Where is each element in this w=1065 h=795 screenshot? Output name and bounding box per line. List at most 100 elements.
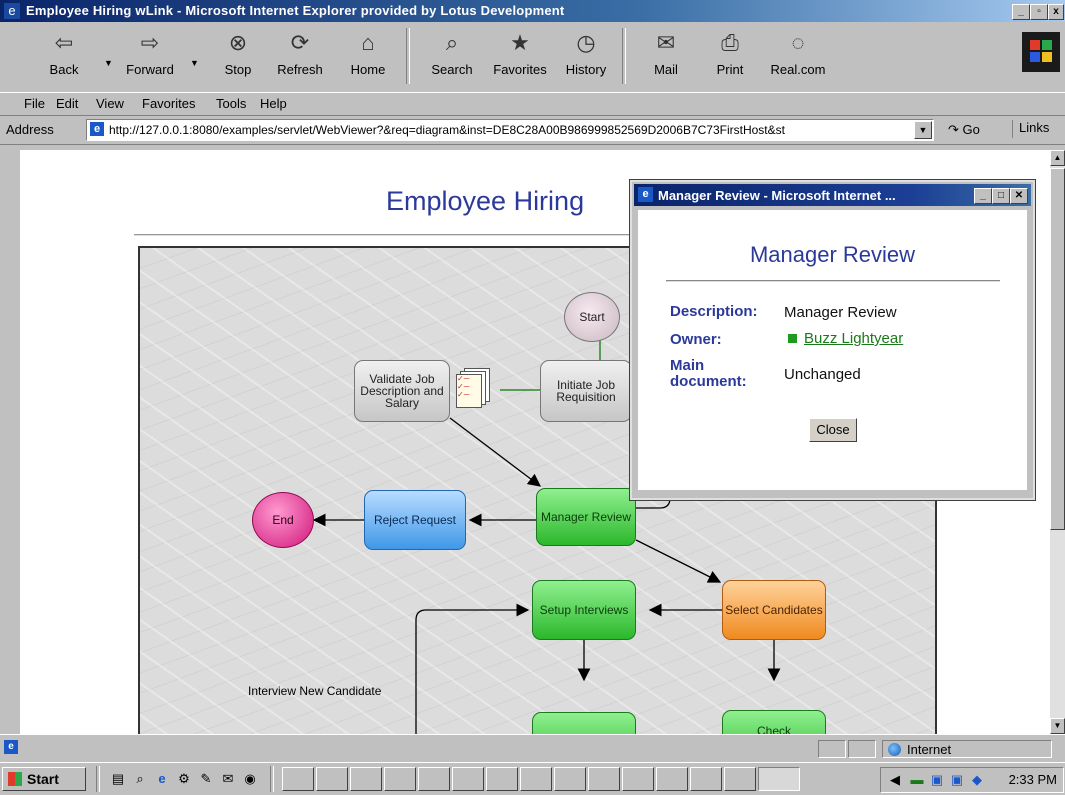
main-document-label: Main document: [670,357,747,390]
quicklaunch-app-icon[interactable]: ✎ [198,771,214,787]
windows-flag-icon [8,772,22,786]
menu-file[interactable]: File [24,96,45,111]
scroll-down-icon[interactable]: ▼ [1050,718,1065,734]
links-button[interactable]: Links [1012,120,1049,138]
node-setup-interviews[interactable]: Setup Interviews [532,580,636,640]
quicklaunch-desktop-icon[interactable]: ▤ [110,771,126,787]
address-url: http://127.0.0.1:8080/examples/servlet/W… [109,123,785,137]
quicklaunch-network-icon[interactable]: ⚙ [176,771,192,787]
mail-button[interactable]: ✉ Mail [638,22,694,90]
minimize-button[interactable]: _ [1012,4,1030,20]
menu-view[interactable]: View [96,96,124,111]
stop-label: Stop [224,62,252,77]
tray-messenger-icon[interactable]: ◆ [969,772,985,788]
taskbar-window-button[interactable] [350,767,382,791]
quicklaunch-notes-icon[interactable]: ✉ [220,771,236,787]
main-document-value: Unchanged [784,366,861,383]
taskbar-window-button[interactable] [282,767,314,791]
volume-icon[interactable]: ◀ [887,772,903,788]
taskbar-window-button[interactable] [316,767,348,791]
owner-link[interactable]: Buzz Lightyear [804,330,903,347]
menu-favorites[interactable]: Favorites [142,96,195,111]
favorites-button[interactable]: ★ Favorites [488,22,552,90]
home-button[interactable]: ⌂ Home [340,22,396,90]
ie-app-icon: e [4,3,20,19]
node-start[interactable]: Start [564,292,620,342]
zone-label: Internet [907,742,952,757]
taskbar-window-button[interactable] [452,767,484,791]
taskbar-window-button[interactable] [554,767,586,791]
node-interview-partial[interactable] [532,712,636,734]
back-button[interactable]: ⇦ Back [36,22,92,90]
popup-titlebar: e Manager Review - Microsoft Internet ..… [634,184,1031,206]
taskbar-window-button[interactable] [384,767,416,791]
quicklaunch-media-icon[interactable]: ◉ [242,771,258,787]
maximize-button[interactable]: ▫ [1030,4,1048,20]
address-dropdown-icon[interactable]: ▼ [914,121,932,139]
scroll-up-icon[interactable]: ▲ [1050,150,1065,166]
tray-app-icon[interactable]: ▬ [909,772,925,788]
refresh-button[interactable]: ⟳ Refresh [272,22,328,90]
taskbar-window-button[interactable] [588,767,620,791]
forward-button[interactable]: ⇨ Forward [122,22,178,90]
popup-maximize-button[interactable]: □ [992,188,1010,204]
menu-edit[interactable]: Edit [56,96,78,111]
go-button[interactable]: ↷ Go [948,122,980,138]
home-icon: ⌂ [361,30,375,55]
node-select-candidates[interactable]: Select Candidates [722,580,826,640]
popup-close-icon[interactable]: ✕ [1010,188,1028,204]
menu-help[interactable]: Help [260,96,287,111]
ie-app-icon: e [638,187,653,202]
vertical-scrollbar[interactable]: ▲ ▼ [1050,150,1065,734]
search-button[interactable]: ⌕ Search [424,22,480,90]
forward-arrow-icon: ⇨ [140,30,160,55]
interview-loop-edge [415,603,530,734]
taskbar-window-button[interactable] [622,767,654,791]
start-button[interactable]: Start [2,767,86,791]
node-validate-job[interactable]: Validate Job Description and Salary [354,360,450,422]
node-initiate-job[interactable]: Initiate Job Requisition [540,360,632,422]
description-value: Manager Review [784,304,897,321]
scroll-thumb[interactable] [1050,168,1065,530]
go-label: Go [962,122,980,137]
taskbar-window-button[interactable] [418,767,450,791]
node-reject-request[interactable]: Reject Request [364,490,466,550]
address-input[interactable]: e http://127.0.0.1:8080/examples/servlet… [86,119,934,141]
mail-label: Mail [654,62,678,77]
history-button[interactable]: ◷ History [558,22,614,90]
realcom-icon: ◌ [791,30,805,55]
close-window-button[interactable]: x [1048,4,1064,20]
system-tray: ◀ ▬ ▣ ▣ ◆ 2:33 PM [880,767,1064,793]
tray-network-icon[interactable]: ▣ [949,772,965,788]
favorites-label: Favorites [493,62,547,77]
back-dropdown-icon[interactable]: ▼ [104,58,113,68]
popup-minimize-button[interactable]: _ [974,188,992,204]
mail-icon: ✉ [656,30,676,55]
taskbar-window-button[interactable] [724,767,756,791]
menu-tools[interactable]: Tools [216,96,246,111]
address-label: Address [6,122,54,137]
forward-dropdown-icon[interactable]: ▼ [190,58,199,68]
taskbar-active-window-button[interactable] [758,767,800,791]
popup-title: Manager Review - Microsoft Internet ... [658,188,896,203]
node-end[interactable]: End [252,492,314,548]
close-button[interactable]: Close [809,418,857,442]
taskbar-window-button[interactable] [486,767,518,791]
status-panel [818,740,846,758]
quicklaunch-ie-icon[interactable]: e [154,771,170,787]
realcom-button[interactable]: ◌ Real.com [766,22,830,90]
logo-yellow-quadrant [1042,52,1052,62]
quicklaunch-search-icon[interactable]: ⌕ [132,771,148,787]
print-label: Print [716,62,744,77]
taskbar-window-button[interactable] [656,767,688,791]
node-manager-review[interactable]: Manager Review [536,488,636,546]
taskbar-separator [270,766,274,792]
taskbar-window-button[interactable] [690,767,722,791]
stop-button[interactable]: ⊗ Stop [210,22,266,90]
print-button[interactable]: ⎙ Print [702,22,758,90]
taskbar-window-button[interactable] [520,767,552,791]
tray-network-icon[interactable]: ▣ [929,772,945,788]
doc-page-front: ✓─ ✓─ ✓─ [456,374,482,408]
document-stack-icon: ✓─ ✓─ ✓─ [456,368,490,408]
node-check-partial[interactable]: Check [722,710,826,734]
